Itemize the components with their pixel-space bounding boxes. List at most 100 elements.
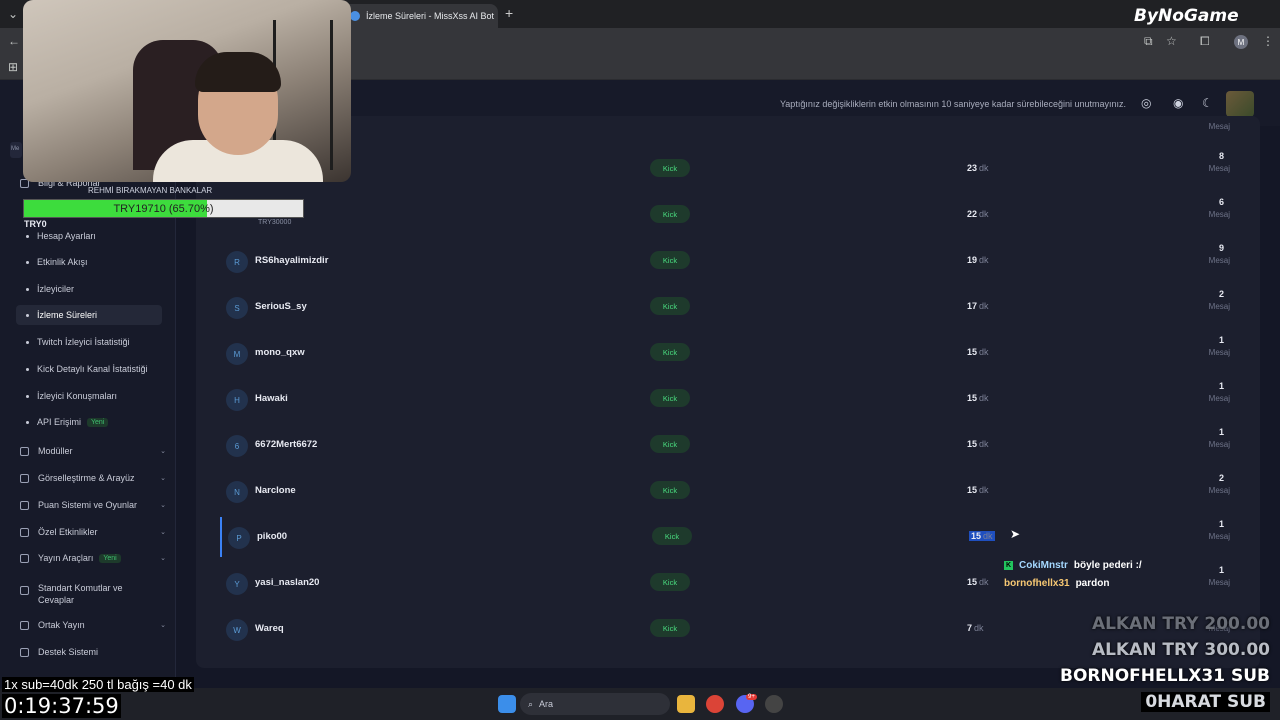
brand-logo: ByNoGame (1134, 6, 1239, 26)
calendar-icon (20, 527, 29, 537)
sidebar-item-viewer-chats[interactable]: İzleyici Konuşmaları (16, 386, 162, 406)
app-icon[interactable] (765, 695, 783, 713)
profile-avatar[interactable]: M (1234, 35, 1248, 49)
viewer-avatar: M (226, 343, 248, 365)
bookmark-star-icon[interactable]: ☆ (1166, 34, 1177, 48)
watch-duration: 17 dk (967, 301, 989, 311)
chat-user: bornofhellx31 (1004, 578, 1070, 589)
sidebar-item-api-access[interactable]: API Erişimi Yeni (16, 412, 162, 432)
sidebar-section-commands[interactable]: Standart Komutlar ve Cevaplar (20, 582, 166, 612)
tab-search-icon[interactable]: ⌄ (8, 7, 18, 21)
table-row[interactable]: Mesaj (220, 107, 1230, 131)
chat-message: bornofhellx31 pardon (1004, 578, 1109, 589)
message-label: Mesaj (1208, 532, 1230, 541)
platform-badge: Kick (650, 251, 690, 269)
sidebar-search-partial[interactable]: Me (10, 142, 22, 158)
table-row[interactable]: N Narclone Kick 15 dk 2 Mesaj (220, 471, 1230, 511)
viewer-name: 6672Mert6672 (255, 439, 318, 450)
viewer-avatar: H (226, 389, 248, 411)
gamepad-icon (20, 500, 29, 510)
message-count: 1 (1218, 335, 1224, 345)
user-avatar[interactable] (1226, 91, 1254, 117)
viewer-avatar: N (226, 481, 248, 503)
new-tab-button[interactable]: + (505, 5, 513, 21)
message-label: Mesaj (1208, 210, 1230, 219)
table-row[interactable]: Mmono_qxw Kick 15 dk 1 Mesaj (220, 333, 1230, 373)
apps-grid-icon[interactable]: ⊞ (8, 60, 18, 74)
donation-alert: ALKAN TRY 300.00 (1091, 640, 1270, 660)
sidebar-section-visuals[interactable]: Görselleştirme & Arayüz ⌄ (20, 468, 166, 488)
sidebar-section-stream-tools[interactable]: Yayın Araçları Yeni ⌄ (20, 548, 166, 568)
back-icon[interactable]: ← (8, 34, 20, 48)
message-count: 6 (1218, 197, 1224, 207)
table-row[interactable]: Kick 22 dk 6 Mesaj (220, 195, 1230, 235)
message-count: 1 (1218, 565, 1224, 575)
viewer-name: Wareq (255, 623, 284, 634)
search-icon: ⌕ (528, 698, 534, 709)
modules-icon (20, 446, 29, 456)
windows-start-icon[interactable] (498, 695, 516, 713)
sidebar-item-activity-feed[interactable]: Etkinlik Akışı (16, 252, 162, 272)
message-label: Mesaj (1208, 578, 1230, 587)
table-row[interactable]: W Wareq Kick 7 dk Mesaj (220, 609, 1230, 649)
watch-duration: 15 dk (967, 485, 989, 495)
message-count: 1 (1218, 381, 1224, 391)
chat-message: K CokiMnstr böyle pederi :/ (1004, 560, 1142, 571)
users-icon (20, 620, 29, 630)
sidebar-section-events[interactable]: Özel Etkinlikler ⌄ (20, 522, 166, 542)
new-badge: Yeni (87, 417, 109, 427)
watch-duration: 15 dk (967, 577, 989, 587)
viewer-avatar: Y (226, 573, 248, 595)
chevron-down-icon: ⌄ (160, 502, 166, 509)
donation-goal-title: REHMİ BIRAKMAYAN BANKALAR (88, 186, 213, 195)
browser-tab[interactable]: İzleme Süreleri - MissXss AI Bot ✕ (342, 4, 498, 28)
message-label: Mesaj (1208, 122, 1230, 131)
message-count: 2 (1218, 289, 1224, 299)
watch-duration: 19 dk (967, 255, 989, 265)
install-app-icon[interactable]: ⧉ (1144, 34, 1153, 49)
message-label: Mesaj (1208, 164, 1230, 173)
chevron-down-icon: ⌄ (160, 555, 166, 562)
watch-duration: 23 dk (967, 163, 989, 173)
donation-alert: ALKAN TRY 200.00 (1091, 614, 1270, 634)
table-row[interactable]: S SeriouS_sy Kick 17 dk 2 Mesaj (220, 287, 1230, 327)
watch-duration: 7 dk (967, 623, 984, 633)
platform-badge: Kick (650, 481, 690, 499)
viewer-name: yasi_naslan20 (255, 577, 320, 588)
extensions-icon[interactable]: ⧠ (1200, 34, 1210, 49)
table-row[interactable]: 6 6672Mert6672 Kick 15 dk 1 Mesaj (220, 425, 1230, 465)
tools-icon (20, 553, 29, 563)
sidebar-item-account-settings[interactable]: Hesap Ayarları (16, 226, 162, 246)
message-label: Mesaj (1208, 256, 1230, 265)
chat-text: pardon (1075, 578, 1110, 589)
file-explorer-icon[interactable] (677, 695, 695, 713)
sidebar-section-co-stream[interactable]: Ortak Yayın ⌄ (20, 615, 166, 635)
sidebar-section-support[interactable]: Destek Sistemi (20, 642, 166, 662)
table-row[interactable]: R RS6hayalimizdir Kick 19 dk 9 Mesaj (220, 241, 1230, 281)
sidebar-item-kick-stats[interactable]: Kick Detaylı Kanal İstatistiği (16, 359, 162, 379)
viewer-name: SeriouS_sy (255, 301, 307, 312)
viewer-name: piko00 (257, 531, 288, 542)
watch-duration: 15 dk (967, 393, 989, 403)
chrome-icon[interactable] (706, 695, 724, 713)
viewer-avatar: 6 (226, 435, 248, 457)
message-count: 1 (1218, 427, 1224, 437)
sidebar-item-watch-times[interactable]: İzleme Süreleri (16, 305, 162, 325)
platform-badge: Kick (650, 159, 690, 177)
viewer-avatar: R (226, 251, 248, 273)
stream-timer: 0:19:37:59 (2, 694, 121, 718)
donation-goal-start: TRY0 (24, 219, 47, 229)
sidebar-item-viewers[interactable]: İzleyiciler (16, 279, 162, 299)
table-row[interactable]: Kick 23 dk 8 Mesaj (220, 149, 1230, 189)
message-label: Mesaj (1208, 302, 1230, 311)
table-row[interactable]: Ppiko00 Kick 15 dk 1 Mesaj (220, 517, 1230, 557)
taskbar-search[interactable]: ⌕ Ara (520, 693, 670, 715)
viewer-avatar: P (228, 527, 250, 549)
menu-kebab-icon[interactable]: ⋮ (1262, 34, 1274, 48)
sidebar-item-twitch-stats[interactable]: Twitch İzleyici İstatistiği (16, 332, 162, 352)
table-row[interactable]: H Hawaki Kick 15 dk 1 Mesaj (220, 379, 1230, 419)
viewer-avatar: S (226, 297, 248, 319)
sidebar-section-modules[interactable]: Modüller ⌄ (20, 441, 166, 461)
stream-rules-note: 1x sub=40dk 250 tl bağış =40 dk (2, 677, 194, 692)
sidebar-section-points[interactable]: Puan Sistemi ve Oyunlar ⌄ (20, 495, 166, 515)
